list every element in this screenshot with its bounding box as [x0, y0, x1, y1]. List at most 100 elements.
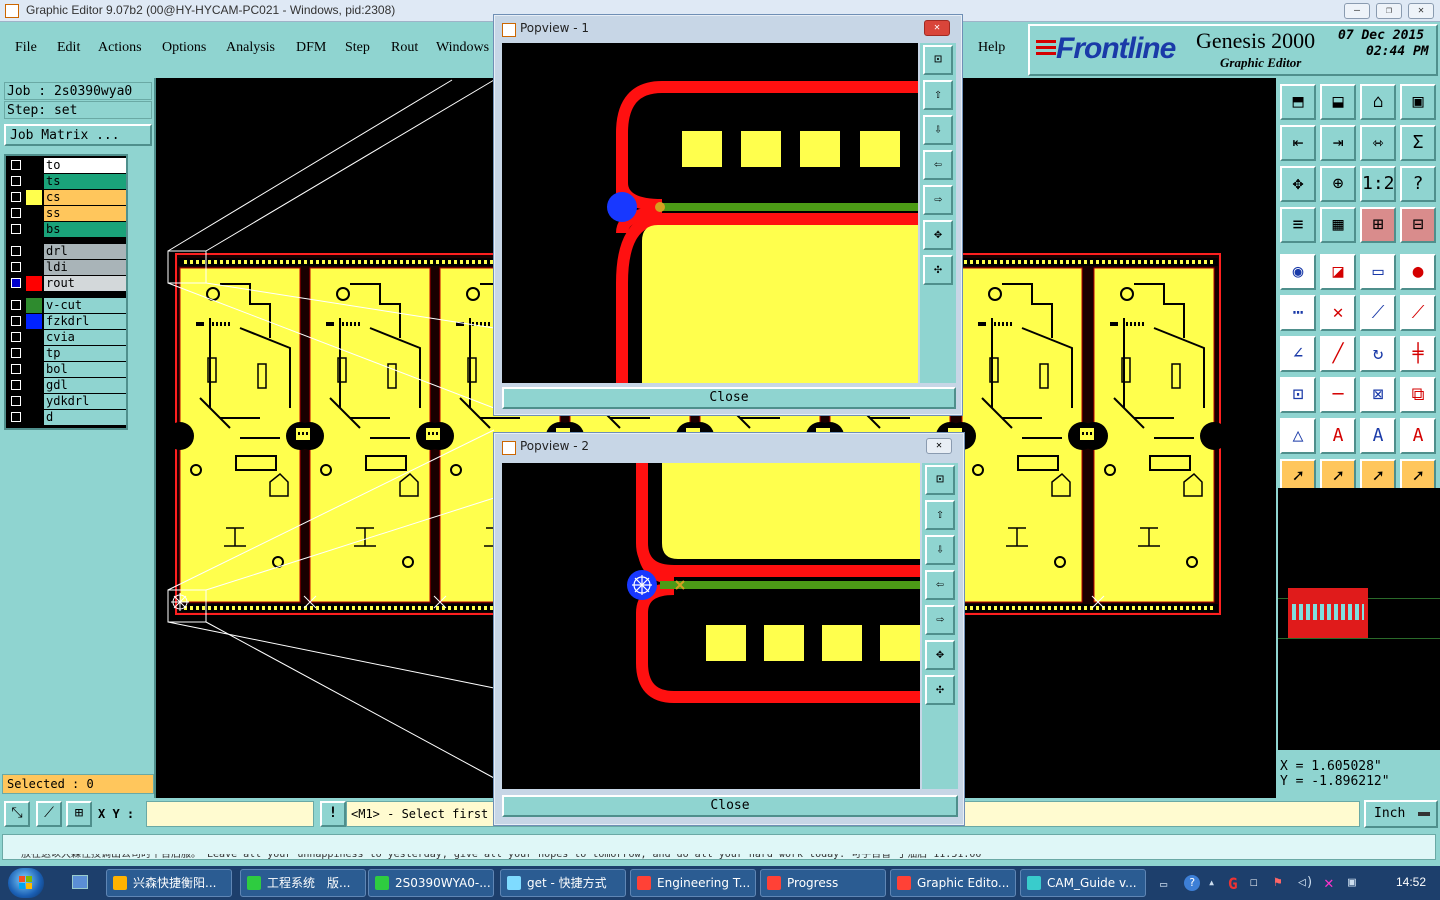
tool-zoom-3-icon[interactable]: 1:2	[1360, 166, 1396, 202]
snap-tool-button[interactable]: ⤡	[4, 801, 30, 827]
tool-view-4-icon[interactable]: ▣	[1400, 84, 1436, 120]
menu-help[interactable]: Help	[978, 40, 1005, 56]
layer-row-cvia[interactable]: cvia	[8, 330, 126, 345]
menu-options[interactable]: Options	[162, 40, 206, 56]
popview-zoom-in-button[interactable]: ✥	[923, 220, 953, 250]
layer-checkbox[interactable]	[11, 380, 21, 390]
popview-2-close-x[interactable]: ✕	[926, 438, 952, 454]
layer-checkbox[interactable]	[11, 348, 21, 358]
tool-draw-4-icon[interactable]: ●	[1400, 254, 1436, 290]
popview-1-canvas[interactable]	[502, 43, 918, 383]
volume-icon[interactable]: ◁)	[1298, 875, 1314, 890]
layer-row-ldi[interactable]: ldi	[8, 260, 126, 275]
tool-text-4-icon[interactable]: A	[1400, 418, 1436, 454]
popview-pan-left-button[interactable]: ⇦	[923, 150, 953, 180]
taskbar-item[interactable]: CAM_Guide v...	[1020, 869, 1146, 897]
layer-checkbox[interactable]	[11, 160, 21, 170]
popview2-zoom-fit-button[interactable]: ⊡	[925, 465, 955, 495]
popview2-pan-down-button[interactable]: ⇩	[925, 535, 955, 565]
layer-row-rout[interactable]: rout	[8, 276, 126, 291]
tool-node-4-icon[interactable]: ⟋	[1400, 295, 1436, 331]
layer-row-fzkdrl[interactable]: fzkdrl	[8, 314, 126, 329]
tool-view-3-icon[interactable]: ⌂	[1360, 84, 1396, 120]
menu-file[interactable]: File	[15, 40, 37, 56]
close-button[interactable]: ✕	[1408, 3, 1434, 19]
popview2-pan-right-button[interactable]: ⇨	[925, 605, 955, 635]
tool-draw-2-icon[interactable]: ◪	[1320, 254, 1356, 290]
tray-arrow-icon[interactable]: ▴	[1208, 875, 1215, 889]
layer-row-to[interactable]: to	[8, 158, 126, 173]
layer-checkbox[interactable]	[11, 192, 21, 202]
taskbar-item[interactable]: Engineering T...	[630, 869, 756, 897]
taskbar-item[interactable]: 2S0390WYA0-...	[368, 869, 494, 897]
pcb-board[interactable]	[1080, 267, 1228, 603]
tool-edit-1-icon[interactable]: ⊡	[1280, 377, 1316, 413]
tool-grid-4-icon[interactable]: ⊟	[1400, 207, 1436, 243]
layer-row-gdl[interactable]: gdl	[8, 378, 126, 393]
job-matrix-button[interactable]: Job Matrix ...	[4, 124, 152, 146]
popview-pan-down-button[interactable]: ⇩	[923, 115, 953, 145]
layer-row-v-cut[interactable]: v-cut	[8, 298, 126, 313]
help-tray-icon[interactable]: ?	[1184, 875, 1200, 891]
tool-text-1-icon[interactable]: △	[1280, 418, 1316, 454]
tool-line-2-icon[interactable]: ╱	[1320, 336, 1356, 372]
layer-row-bs[interactable]: bs	[8, 222, 126, 237]
popview-pan-up-button[interactable]: ⇧	[923, 80, 953, 110]
layer-row-bol[interactable]: bol	[8, 362, 126, 377]
taskbar-item[interactable]: get - 快捷方式	[500, 869, 626, 897]
popview2-pan-left-button[interactable]: ⇦	[925, 570, 955, 600]
menu-edit[interactable]: Edit	[57, 40, 80, 56]
tool-zoom-1-icon[interactable]: ✥	[1280, 166, 1316, 202]
pcb-board[interactable]	[948, 267, 1096, 603]
popview2-pan-up-button[interactable]: ⇧	[925, 500, 955, 530]
taskbar-item[interactable]: Graphic Edito...	[890, 869, 1016, 897]
tray-display-icon[interactable]: ▣	[1348, 875, 1356, 890]
layer-row-ts[interactable]: ts	[8, 174, 126, 189]
menu-windows[interactable]: Windows	[436, 40, 489, 56]
tool-view-2-icon[interactable]: ⬓	[1320, 84, 1356, 120]
popview-2-window[interactable]: Popview - 2 ✕ ⊡ ⇧ ⇩ ⇦ ⇨ ✥ ✣ Close	[493, 432, 965, 826]
restore-button[interactable]: ❐	[1376, 3, 1402, 19]
layer-checkbox[interactable]	[11, 246, 21, 256]
tray-x-icon[interactable]: ✕	[1324, 873, 1334, 892]
layer-checkbox[interactable]	[11, 412, 21, 422]
tool-node-3-icon[interactable]: ⟋	[1360, 295, 1396, 331]
layer-checkbox[interactable]	[11, 396, 21, 406]
popview-2-canvas[interactable]	[502, 463, 920, 789]
taskbar-item[interactable]: Progress	[760, 869, 886, 897]
minimize-button[interactable]: —	[1344, 3, 1370, 19]
tool-draw-1-icon[interactable]: ◉	[1280, 254, 1316, 290]
tray-app-icon[interactable]: G	[1228, 874, 1238, 893]
unit-selector[interactable]: Inch	[1364, 800, 1438, 828]
layer-row-d[interactable]: d	[8, 410, 126, 425]
measure-tool-button[interactable]: ⟋	[36, 801, 62, 827]
layer-checkbox[interactable]	[11, 332, 21, 342]
taskbar-item[interactable]: 工程系统 版...	[240, 869, 366, 897]
layer-row-tp[interactable]: tp	[8, 346, 126, 361]
menu-actions[interactable]: Actions	[98, 40, 142, 56]
tool-grid-2-icon[interactable]: ▦	[1320, 207, 1356, 243]
tool-grid-3-icon[interactable]: ⊞	[1360, 207, 1396, 243]
pcb-board[interactable]	[296, 267, 444, 603]
popview-2-close-button[interactable]: Close	[502, 795, 958, 817]
layer-row-ss[interactable]: ss	[8, 206, 126, 221]
tool-grid-1-icon[interactable]: ≡	[1280, 207, 1316, 243]
grid-tool-button[interactable]: ⊞	[66, 801, 92, 827]
tool-edit-4-icon[interactable]: ⧉	[1400, 377, 1436, 413]
popview2-zoom-in-button[interactable]: ✥	[925, 640, 955, 670]
layer-checkbox[interactable]	[11, 262, 21, 272]
menu-dfm[interactable]: DFM	[296, 40, 326, 56]
tool-node-1-icon[interactable]: ⋯	[1280, 295, 1316, 331]
tool-line-3-icon[interactable]: ↻	[1360, 336, 1396, 372]
layer-checkbox[interactable]	[11, 316, 21, 326]
popview-pan-right-button[interactable]: ⇨	[923, 185, 953, 215]
popview-1-close-button[interactable]: Close	[502, 387, 956, 409]
tool-line-1-icon[interactable]: ∠	[1280, 336, 1316, 372]
menu-step[interactable]: Step	[345, 40, 370, 56]
pcb-board[interactable]	[166, 267, 314, 603]
warning-icon[interactable]: !	[320, 801, 346, 827]
start-button[interactable]	[8, 868, 44, 898]
tool-zoom-4-icon[interactable]: ?	[1400, 166, 1436, 202]
layer-checkbox[interactable]	[11, 176, 21, 186]
layer-checkbox[interactable]	[11, 278, 21, 288]
